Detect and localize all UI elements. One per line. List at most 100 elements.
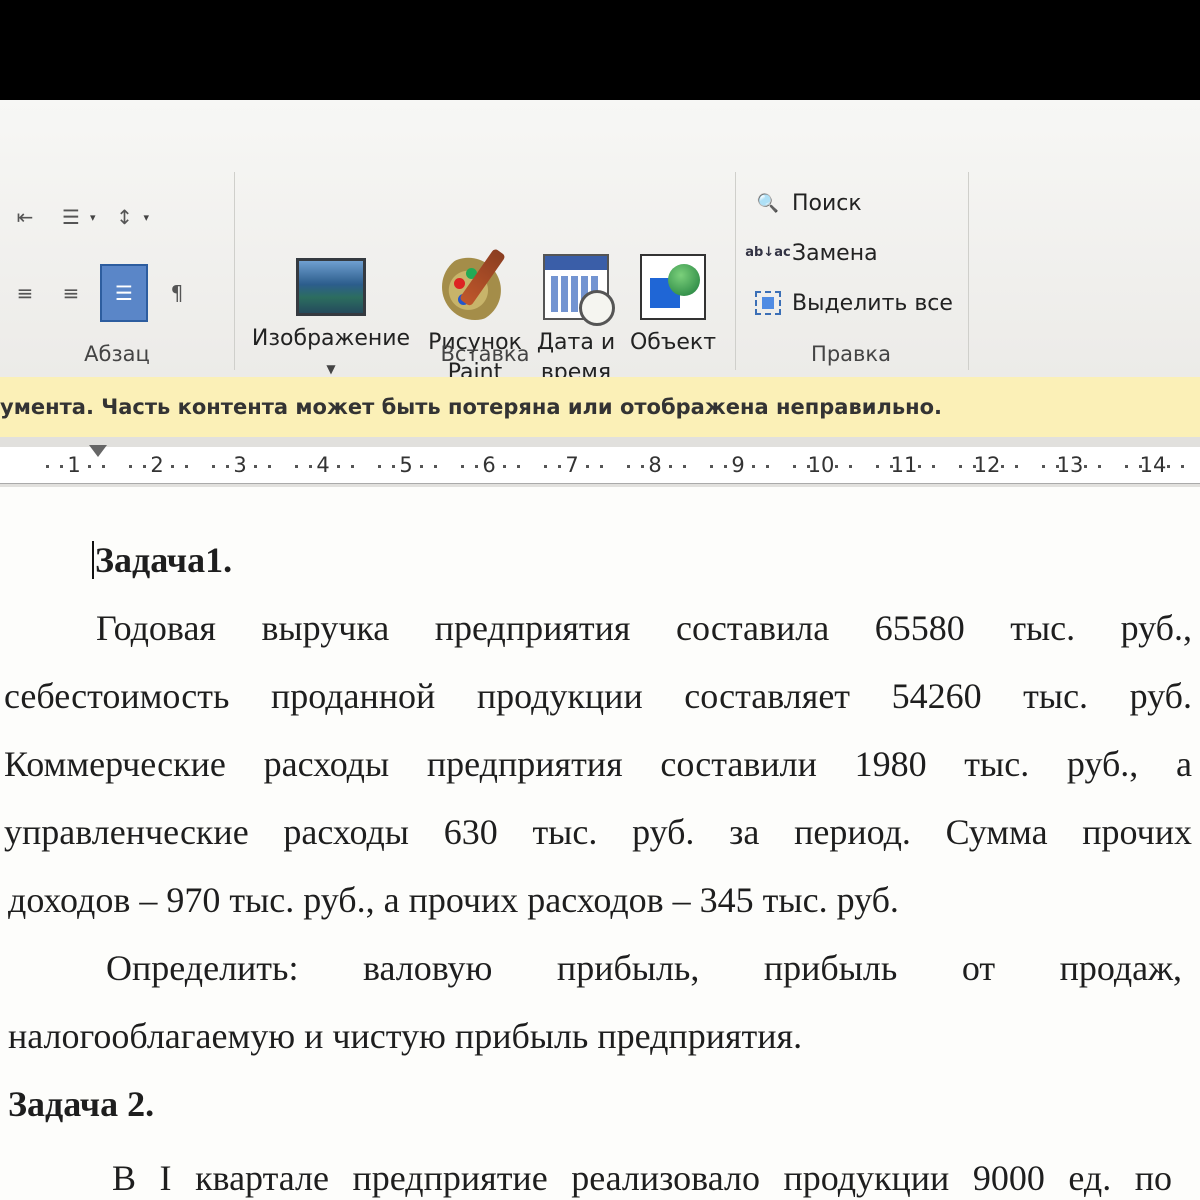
find-button[interactable]: 🔍 Поиск: [752, 188, 862, 218]
ruler-tick: [517, 465, 520, 468]
compatibility-warning-bar: умента. Часть контента может быть потеря…: [0, 377, 1200, 438]
horizontal-ruler[interactable]: 1 2 3 4 5 6 7 8 9 10 11 12 13 14: [0, 437, 1200, 487]
ruler-tick: [973, 465, 976, 468]
chevron-down-icon[interactable]: ▾: [144, 211, 150, 224]
ruler-tick: [254, 465, 257, 468]
ruler-mark: 10: [807, 453, 835, 477]
ruler-tick: [890, 465, 893, 468]
group-label-insert: Вставка: [440, 342, 530, 366]
ruler-tick: [1084, 465, 1087, 468]
ruler-mark: 12: [973, 453, 1001, 477]
align-right-icon[interactable]: ≡: [54, 276, 88, 310]
palette-icon: [442, 247, 508, 320]
ruler-tick: [766, 465, 769, 468]
ruler-mark: 4: [316, 453, 330, 477]
group-divider: [968, 172, 969, 370]
task1-title: Задача1.: [92, 539, 492, 581]
paragraph-row-top: ⇤ ☰ ▾ ↕ ▾: [8, 200, 149, 234]
ruler-tick: [434, 465, 437, 468]
ruler-tick: [683, 465, 686, 468]
ruler-mark: 7: [565, 453, 579, 477]
find-label: Поиск: [792, 190, 862, 216]
object-icon: [640, 254, 706, 320]
ruler-tick: [710, 465, 713, 468]
ruler-tick: [212, 465, 215, 468]
ruler-mark: 8: [648, 453, 662, 477]
ruler-tick: [1042, 465, 1045, 468]
insert-group: Изображение ▼ Рисунок Paint Дата и время: [235, 172, 735, 385]
replace-button[interactable]: ab↓ac Замена: [745, 238, 878, 268]
paragraph-line: Определить: валовую прибыль, прибыль от …: [106, 948, 1182, 988]
ruler-tick: [475, 465, 478, 468]
ruler-tick: [1015, 465, 1018, 468]
paragraph-row-bottom: ≡ ≡ ☰ ¶: [8, 264, 194, 322]
warning-text: умента. Часть контента может быть потеря…: [0, 395, 943, 419]
ruler-tick: [129, 465, 132, 468]
decrease-indent-icon[interactable]: ⇤: [8, 200, 42, 234]
select-all-icon: [752, 288, 784, 318]
ruler-tick: [918, 465, 921, 468]
ruler-tick: [60, 465, 63, 468]
ruler-tick: [627, 465, 630, 468]
paragraph-line: доходов – 970 тыс. руб., а прочих расход…: [8, 880, 899, 920]
ruler-tick: [932, 465, 935, 468]
ruler-tick: [586, 465, 589, 468]
ruler-tick: [724, 465, 727, 468]
ruler-tick: [351, 465, 354, 468]
align-justify-icon[interactable]: ☰: [100, 264, 148, 322]
ruler-mark: 9: [731, 453, 745, 477]
ruler-tick: [1139, 465, 1142, 468]
group-label-paragraph: Абзац: [84, 342, 150, 366]
binoculars-icon: 🔍: [756, 192, 780, 214]
ruler-tick: [185, 465, 188, 468]
chevron-down-icon[interactable]: ▾: [90, 211, 96, 224]
ruler-tick: [544, 465, 547, 468]
ruler-tick: [669, 465, 672, 468]
ruler-mark: 3: [233, 453, 247, 477]
ruler-tick: [268, 465, 271, 468]
ruler-tick: [793, 465, 796, 468]
select-all-label: Выделить все: [792, 290, 953, 316]
ruler-tick: [143, 465, 146, 468]
paragraph-line: Коммерческие расходы предприятия состави…: [4, 744, 1192, 784]
ruler-mark: 14: [1139, 453, 1167, 477]
ruler-tick: [171, 465, 174, 468]
align-center-icon[interactable]: ≡: [8, 276, 42, 310]
ruler-tick: [1167, 465, 1170, 468]
ruler-mark: 11: [890, 453, 918, 477]
calendar-clock-icon: [543, 254, 615, 326]
ruler-mark: 6: [482, 453, 496, 477]
ruler-tick: [558, 465, 561, 468]
ruler-scale[interactable]: 1 2 3 4 5 6 7 8 9 10 11 12 13 14: [0, 445, 1200, 484]
ruler-tick: [849, 465, 852, 468]
ruler-tick: [46, 465, 49, 468]
line-spacing-icon[interactable]: ↕: [108, 200, 142, 234]
select-all-button[interactable]: Выделить все: [752, 288, 953, 318]
ruler-mark: 1: [67, 453, 81, 477]
paragraph-line: управленческие расходы 630 тыс. руб. за …: [4, 812, 1192, 852]
ruler-tick: [600, 465, 603, 468]
ruler-tick: [752, 465, 755, 468]
ruler-mark: 5: [399, 453, 413, 477]
ruler-tick: [835, 465, 838, 468]
first-line-indent-marker[interactable]: [89, 445, 107, 457]
date-time-button[interactable]: Дата и время: [533, 254, 619, 388]
ruler-tick: [1098, 465, 1101, 468]
text-cursor: [92, 541, 94, 579]
ruler-tick: [461, 465, 464, 468]
word-window: ⇤ ☰ ▾ ↕ ▾ ≡ ≡ ☰ ¶ Абзац Изображение ▼ Ри…: [0, 100, 1200, 1200]
ruler-mark: 13: [1056, 453, 1084, 477]
replace-label: Замена: [792, 240, 878, 266]
paragraph-line: Годовая выручка предприятия составила 65…: [96, 608, 1192, 648]
ruler-tick: [503, 465, 506, 468]
paint-button[interactable]: Рисунок Paint: [423, 247, 527, 388]
ruler-tick: [337, 465, 340, 468]
paragraph-group: ⇤ ☰ ▾ ↕ ▾ ≡ ≡ ☰ ¶ Абзац: [0, 172, 234, 372]
paragraph-mark-icon[interactable]: ¶: [160, 276, 194, 310]
ruler-tick: [1181, 465, 1184, 468]
ruler-tick: [295, 465, 298, 468]
image-icon: [296, 258, 366, 316]
ruler-tick: [1056, 465, 1059, 468]
document-page[interactable]: Задача1. Годовая выручка предприятия сос…: [0, 487, 1200, 1200]
bullet-list-icon[interactable]: ☰: [54, 200, 88, 234]
